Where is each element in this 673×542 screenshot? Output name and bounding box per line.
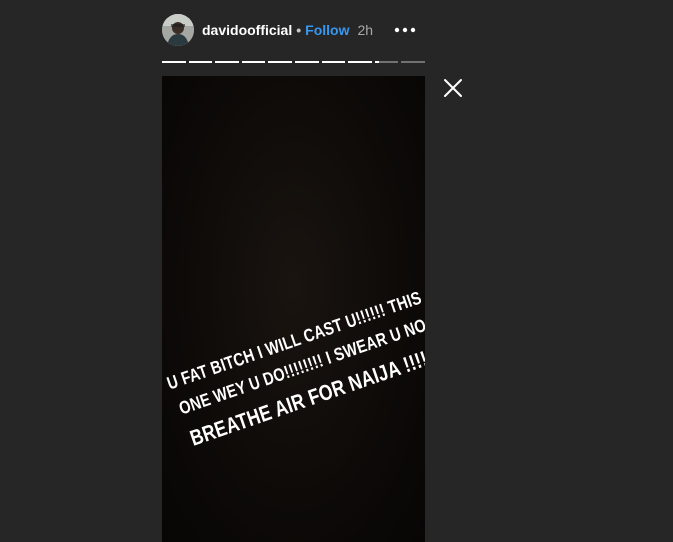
- progress-segment-fill: [294, 61, 319, 63]
- progress-segment: [188, 61, 213, 63]
- progress-segment: [162, 61, 186, 63]
- progress-segment-fill: [188, 61, 213, 63]
- avatar[interactable]: [162, 14, 194, 46]
- story-progress-bar: [162, 61, 425, 64]
- separator-dot: •: [296, 22, 302, 38]
- progress-segment-fill: [268, 61, 292, 63]
- timestamp: 2h: [357, 22, 374, 38]
- progress-segment: [321, 61, 346, 63]
- progress-segment: [241, 61, 266, 63]
- progress-segment-fill: [374, 61, 380, 63]
- story-meta: davidoofficial • Follow 2h: [202, 21, 373, 39]
- follow-button[interactable]: Follow: [305, 22, 349, 38]
- progress-segment: [348, 61, 372, 63]
- progress-segment: [294, 61, 319, 63]
- progress-segment-fill: [215, 61, 239, 63]
- story-media[interactable]: U FAT BITCH I WILL CAST U!!!!!! THIS ONE…: [162, 76, 425, 542]
- progress-segment-fill: [348, 61, 372, 63]
- story-header: davidoofficial • Follow 2h: [162, 14, 425, 46]
- progress-segment: [268, 61, 292, 63]
- progress-segment: [215, 61, 239, 63]
- username-link[interactable]: davidoofficial: [202, 22, 292, 38]
- progress-segment: [374, 61, 399, 63]
- progress-segment-fill: [162, 61, 186, 63]
- close-icon[interactable]: [443, 78, 463, 98]
- progress-segment: [401, 61, 425, 63]
- more-options-icon[interactable]: [393, 22, 417, 38]
- progress-segment-fill: [241, 61, 266, 63]
- story-caption: U FAT BITCH I WILL CAST U!!!!!! THIS ONE…: [162, 76, 425, 542]
- progress-segment-fill: [321, 61, 346, 63]
